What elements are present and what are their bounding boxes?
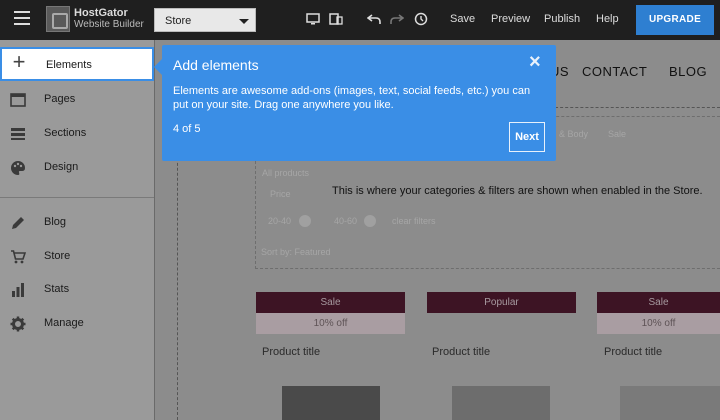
close-icon[interactable]: × [529,52,541,72]
sidebar-item-sections[interactable]: Sections [0,117,154,151]
faded-close-icon [299,215,311,227]
pencil-icon [12,217,24,229]
nav-link-contact[interactable]: CONTACT [582,64,647,79]
mobile-view-icon[interactable] [329,13,343,25]
page-select[interactable]: Store [154,8,256,32]
nav-link-blog[interactable]: BLOG [669,64,707,79]
upgrade-button[interactable]: UPGRADE [636,5,714,35]
onboarding-tooltip: Add elements × Elements are awesome add-… [162,45,556,161]
sidebar-item-store[interactable]: Store [0,240,154,274]
sidebar-item-label: Stats [44,283,70,295]
sidebar-item-label: Manage [44,317,84,329]
product-title[interactable]: Product title [432,346,490,358]
sidebar-item-stats[interactable]: Stats [0,273,154,307]
gear-icon [10,316,26,332]
sidebar-item-manage[interactable]: Manage [0,307,154,341]
sidebar: + Elements Pages Sections Design Blog St… [0,40,154,420]
tooltip-title: Add elements [173,57,259,73]
sidebar-item-pages[interactable]: Pages [0,83,154,117]
palette-icon [11,161,25,175]
plus-icon: + [12,49,26,74]
logo: HostGator Website Builder [46,6,144,32]
logo-line2: Website Builder [74,19,144,30]
sidebar-item-label: Store [44,250,71,262]
help-button[interactable]: Help [596,13,619,25]
faded-clear-filters: clear filters [392,216,436,226]
product-image[interactable] [452,386,550,420]
tooltip-arrow [154,59,162,75]
faded-close-icon [364,215,376,227]
faded-sale: Sale [608,129,627,139]
faded-category: & Body [559,129,589,139]
faded-range1: 20-40 [268,216,292,226]
sidebar-item-label: Sections [44,127,87,139]
product-discount: 10% off [256,313,405,334]
sidebar-item-label: Pages [44,93,76,105]
sidebar-item-design[interactable]: Design [0,151,154,185]
sidebar-item-label: Blog [44,216,67,228]
product-badge: Sale [597,292,720,313]
sidebar-item-label: Design [44,161,79,173]
redo-icon[interactable] [390,13,404,25]
faded-sort: Sort by: Featured [261,247,331,257]
sections-icon [11,128,25,140]
sidebar-divider [0,197,154,198]
undo-icon[interactable] [367,13,381,25]
preview-button[interactable]: Preview [491,13,530,25]
faded-all-products: All products [262,168,310,178]
top-toolbar: HostGator Website Builder Store Save Pre… [0,0,720,40]
logo-line1: HostGator [74,7,128,19]
product-discount: 10% off [597,313,720,334]
tooltip-step-counter: 4 of 5 [173,123,201,135]
product-image[interactable] [282,386,380,420]
tooltip-body: Elements are awesome add-ons (images, te… [173,85,531,111]
header-boundary [550,107,720,108]
faded-range2: 40-60 [334,216,358,226]
menu-icon[interactable] [14,11,30,25]
chevron-down-icon [239,19,249,24]
product-badge: Sale [256,292,405,313]
sidebar-item-blog[interactable]: Blog [0,206,154,240]
product-title[interactable]: Product title [604,346,662,358]
logo-mark-icon [46,6,70,32]
page-select-value: Store [165,15,192,27]
history-icon[interactable] [414,12,428,26]
cart-icon [11,250,26,264]
product-badge: Popular [427,292,576,313]
product-title[interactable]: Product title [262,346,320,358]
next-button[interactable]: Next [509,122,545,152]
sidebar-item-elements[interactable]: + Elements [0,47,154,81]
filter-placeholder-text: This is where your categories & filters … [332,185,703,197]
bar-chart-icon [12,283,24,297]
desktop-icon[interactable] [306,13,320,25]
faded-price: Price [270,189,291,199]
save-button[interactable]: Save [450,13,475,25]
product-image[interactable] [620,386,720,420]
sidebar-item-label: Elements [46,59,92,71]
publish-button[interactable]: Publish [544,13,580,25]
pages-icon [10,93,26,107]
